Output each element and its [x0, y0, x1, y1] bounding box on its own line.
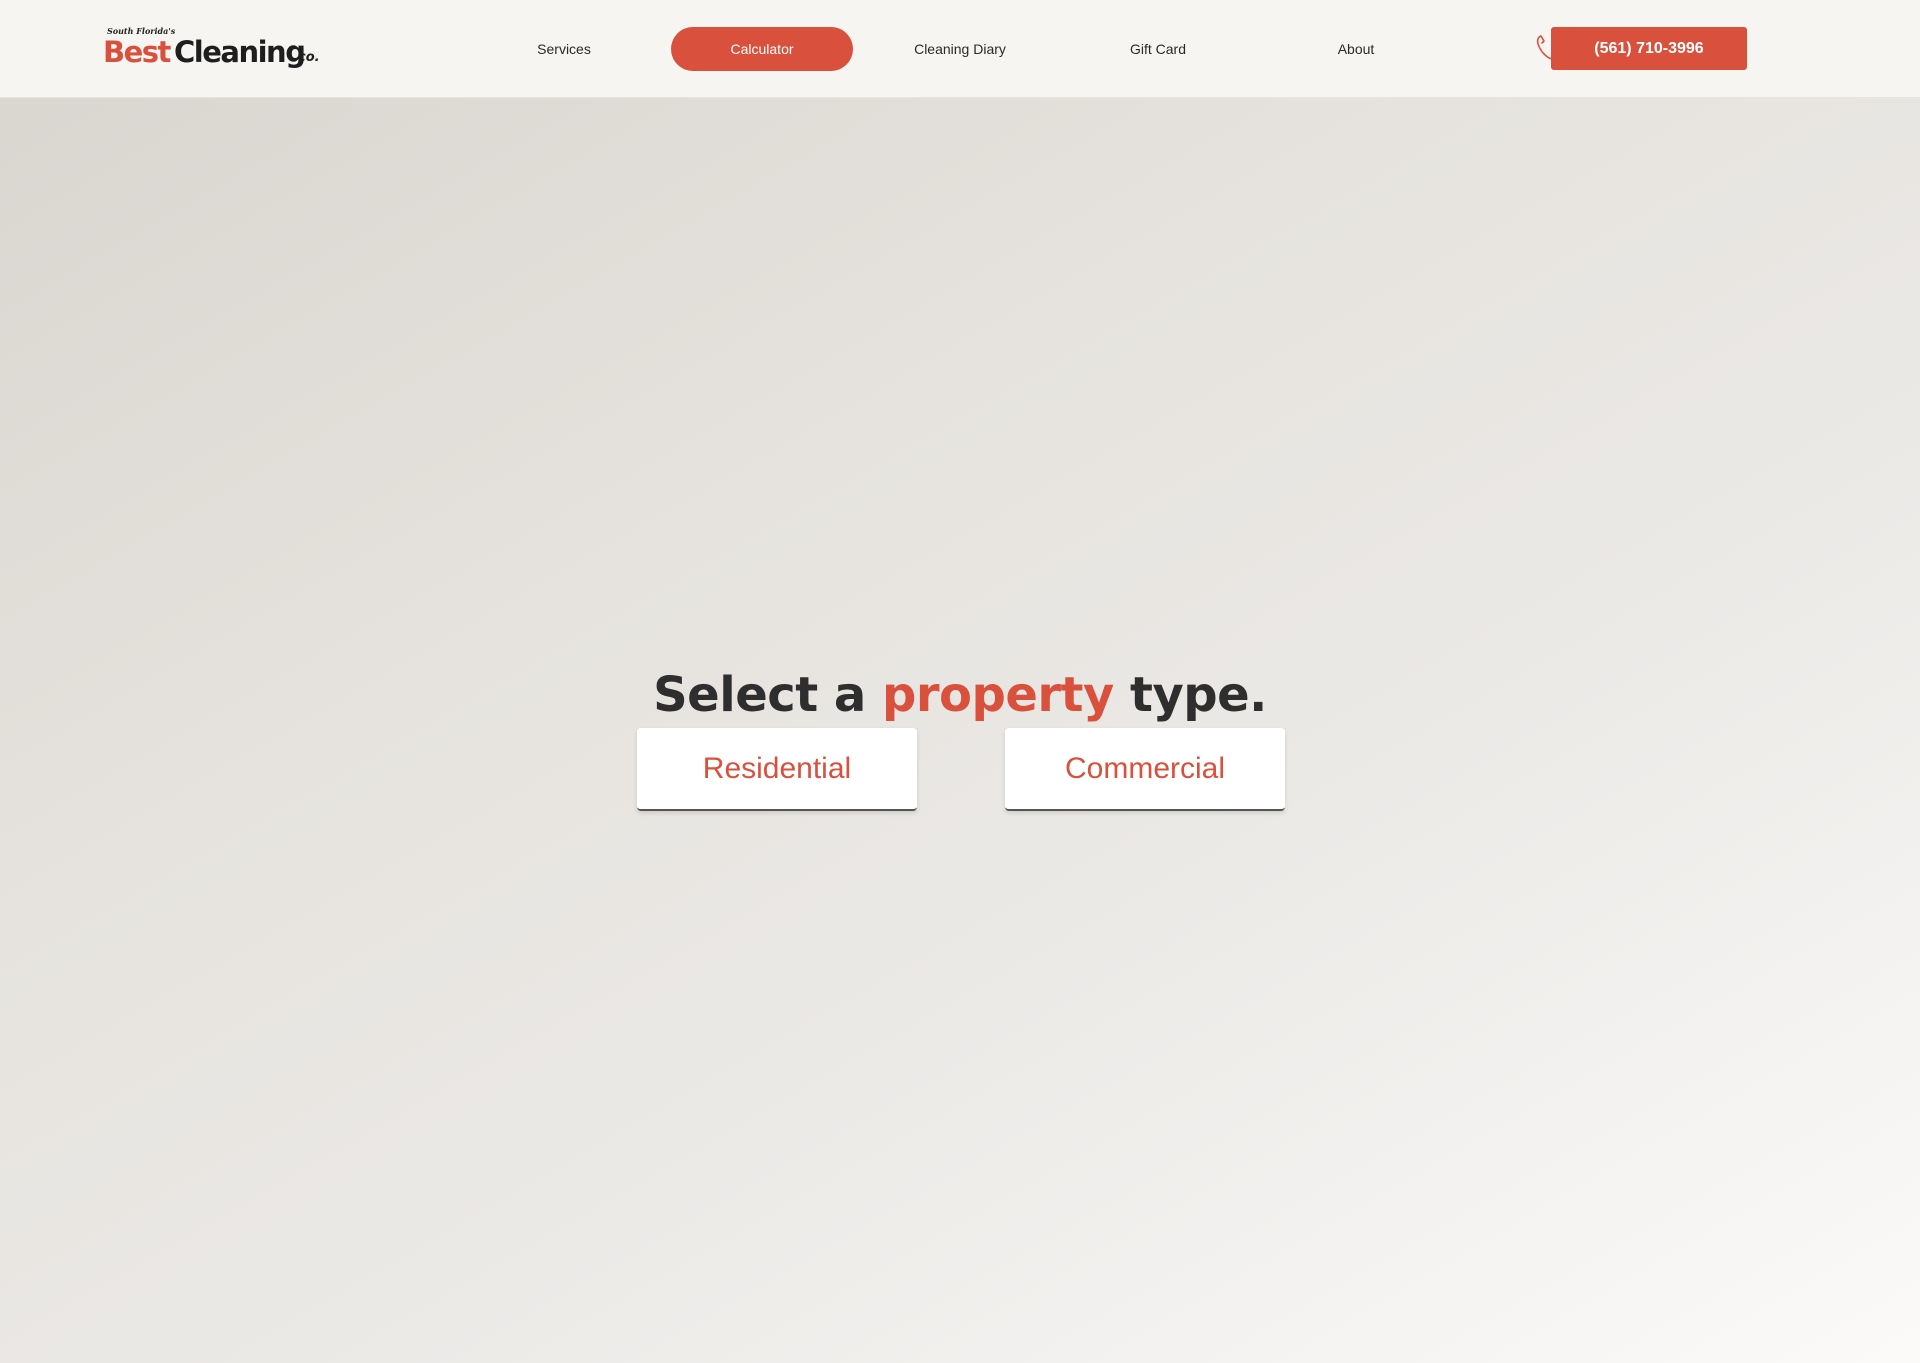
- logo-suffix: co.: [298, 50, 320, 65]
- commercial-option-button[interactable]: Commercial: [1005, 728, 1285, 811]
- site-header: South Florida's Best Cleaning co. Servic…: [0, 0, 1920, 98]
- heading-prefix: Select a: [653, 667, 882, 724]
- heading-accent: property: [881, 667, 1114, 724]
- nav-services[interactable]: Services: [514, 27, 614, 71]
- brand-logo[interactable]: South Florida's Best Cleaning co.: [103, 26, 323, 72]
- logo-cleaning: Cleaning: [174, 35, 306, 69]
- logo-best: Best: [103, 35, 171, 69]
- call-phone-button[interactable]: (561) 710-3996: [1551, 27, 1747, 70]
- nav-gift-card[interactable]: Gift Card: [1103, 27, 1213, 71]
- residential-option-button[interactable]: Residential: [637, 728, 917, 811]
- nav-calculator[interactable]: Calculator: [671, 27, 853, 71]
- nav-about[interactable]: About: [1306, 27, 1406, 71]
- nav-cleaning-diary[interactable]: Cleaning Diary: [895, 27, 1025, 71]
- heading-suffix: type.: [1113, 667, 1267, 724]
- page-heading: Select a property type.: [0, 660, 1920, 730]
